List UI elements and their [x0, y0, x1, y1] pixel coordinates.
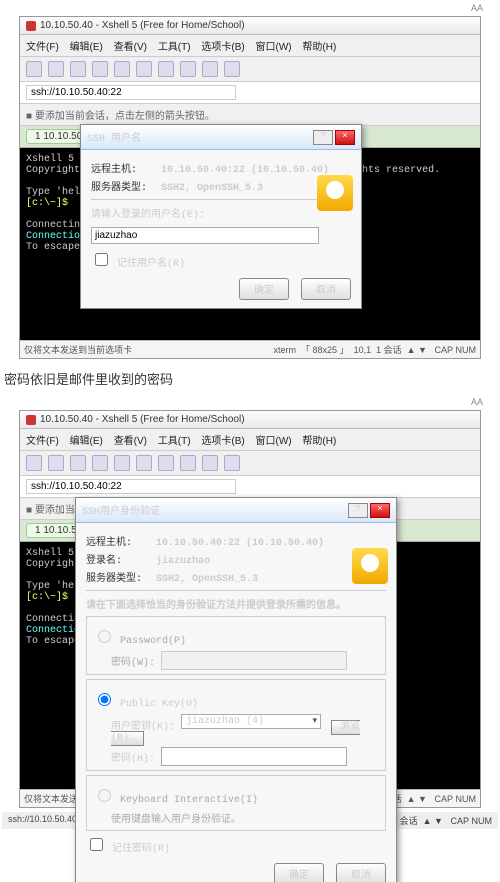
- window-title: 10.10.50.40 - Xshell 5 (Free for Home/Sc…: [40, 20, 245, 31]
- dialog-titlebar: SSH 用户名 ? ×: [81, 125, 361, 150]
- address-bar: [20, 476, 480, 498]
- dialog-titlebar: SSH用户身份验证 ? ×: [76, 498, 396, 523]
- radio-password[interactable]: Password(P): [93, 636, 186, 647]
- window-titlebar: 10.10.50.40 - Xshell 5 (Free for Home/Sc…: [20, 17, 480, 35]
- ssh-username-dialog: SSH 用户名 ? × 远程主机:10.10.50.40:22 (10.10.5…: [80, 124, 362, 309]
- address-input[interactable]: [26, 479, 236, 494]
- ki-group: Keyboard Interactive(I) 使用键盘输入用户身份验证。: [86, 775, 386, 831]
- close-button[interactable]: ×: [335, 130, 355, 145]
- page-top-bar: AA: [2, 0, 498, 16]
- toolbar-button[interactable]: [158, 61, 174, 77]
- menu-file[interactable]: 文件(F): [26, 42, 59, 53]
- ok-button[interactable]: 确定: [274, 863, 324, 882]
- host-value: 10.10.50.40:22 (10.10.50.40): [161, 165, 329, 176]
- window-title: 10.10.50.40 - Xshell 5 (Free for Home/Sc…: [40, 414, 245, 425]
- app-icon: [26, 415, 36, 425]
- toolbar: [20, 451, 480, 476]
- passphrase-input[interactable]: [161, 747, 347, 766]
- ok-button[interactable]: 确定: [239, 278, 289, 300]
- publickey-group: Public Key(U) 用户密钥(K): jiazuzhao (4) 浏览(…: [86, 679, 386, 771]
- toolbar-button[interactable]: [114, 61, 130, 77]
- window-titlebar: 10.10.50.40 - Xshell 5 (Free for Home/Sc…: [20, 411, 480, 429]
- page-top-bar-2: AA: [2, 394, 498, 410]
- address-input[interactable]: [26, 85, 236, 100]
- remember-password[interactable]: 记住密码(R): [86, 844, 170, 855]
- server-value: SSH2, OpenSSH_5.3: [161, 183, 263, 194]
- help-button[interactable]: ?: [313, 130, 333, 145]
- username-prompt: 请输入登录的用户名(E):: [91, 205, 351, 221]
- dialog-title: SSH用户身份验证: [82, 502, 160, 518]
- menu-tabs[interactable]: 选项卡(B): [201, 42, 244, 53]
- caption-text: 密码依旧是邮件里收到的密码: [2, 363, 498, 394]
- xshell-window-2: 10.10.50.40 - Xshell 5 (Free for Home/Sc…: [19, 410, 481, 808]
- menu-view[interactable]: 查看(V): [114, 42, 147, 53]
- app-icon: [26, 21, 36, 31]
- help-button[interactable]: ?: [348, 503, 368, 518]
- radio-ki[interactable]: Keyboard Interactive(I): [93, 795, 258, 806]
- toolbar-button[interactable]: [26, 61, 42, 77]
- auth-instruction: 请在下面选择恰当的身份验证方法并提供登录所需的信息。: [86, 596, 386, 612]
- close-button[interactable]: ×: [370, 503, 390, 518]
- username-input[interactable]: [91, 227, 319, 244]
- cancel-button[interactable]: 取消: [301, 278, 351, 300]
- menu-bar[interactable]: 文件(F) 编辑(E) 查看(V) 工具(T) 选项卡(B) 窗口(W) 帮助(…: [20, 35, 480, 57]
- ssh-auth-dialog: SSH用户身份验证 ? × 远程主机:10.10.50.40:22 (10.10…: [75, 497, 397, 882]
- cancel-button[interactable]: 取消: [336, 863, 386, 882]
- address-bar: [20, 82, 480, 104]
- radio-publickey[interactable]: Public Key(U): [93, 699, 198, 710]
- toolbar-button[interactable]: [180, 61, 196, 77]
- user-icon: [352, 548, 388, 584]
- session-hint: ■ 要添加当前会话，点击左侧的箭头按钮。: [20, 104, 480, 126]
- server-label: 服务器类型:: [91, 178, 161, 194]
- toolbar-button[interactable]: [224, 61, 240, 77]
- password-group: Password(P) 密码(W):: [86, 616, 386, 675]
- toolbar-button[interactable]: [70, 61, 86, 77]
- user-key-combo[interactable]: jiazuzhao (4): [181, 714, 321, 729]
- xshell-window-1: 10.10.50.40 - Xshell 5 (Free for Home/Sc…: [19, 16, 481, 359]
- toolbar-button[interactable]: [92, 61, 108, 77]
- toolbar-button[interactable]: [48, 61, 64, 77]
- terminal-2[interactable]: Xshell 5 (Bui Copyright (c) Type 'help' …: [20, 542, 480, 789]
- toolbar-button[interactable]: [136, 61, 152, 77]
- password-input: [161, 651, 347, 670]
- menu-tools[interactable]: 工具(T): [158, 42, 191, 53]
- status-left: 仅将文本发送到当前选项卡: [24, 343, 132, 356]
- toolbar: [20, 57, 480, 82]
- menu-edit[interactable]: 编辑(E): [70, 42, 103, 53]
- dialog-title: SSH 用户名: [87, 129, 141, 145]
- remember-username[interactable]: 记住用户名(R): [91, 259, 185, 270]
- menu-bar[interactable]: 文件(F) 编辑(E) 查看(V) 工具(T) 选项卡(B) 窗口(W) 帮助(…: [20, 429, 480, 451]
- terminal-1[interactable]: Xshell 5 (Build 0964) Copyright (c) 2002…: [20, 148, 480, 340]
- menu-window[interactable]: 窗口(W): [256, 42, 292, 53]
- user-icon: [317, 175, 353, 211]
- menu-help[interactable]: 帮助(H): [302, 42, 336, 53]
- toolbar-button[interactable]: [202, 61, 218, 77]
- host-label: 远程主机:: [91, 160, 161, 176]
- status-bar: 仅将文本发送到当前选项卡 xterm 「 88x25 」 10,1 1 会话 ▲…: [20, 340, 480, 358]
